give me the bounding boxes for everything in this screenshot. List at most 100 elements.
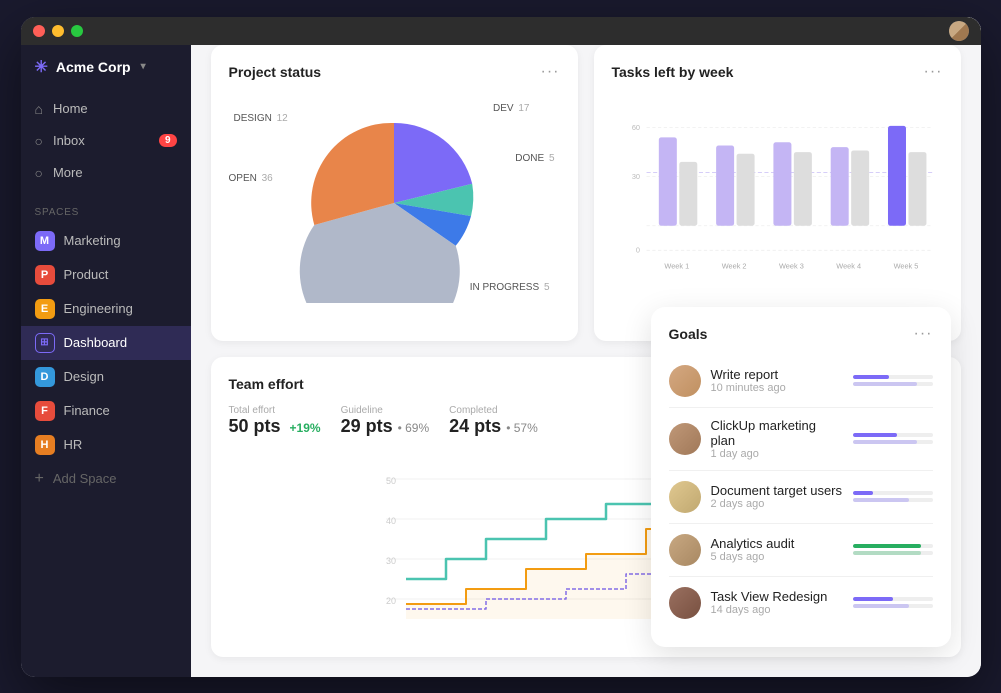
progress-fill-1a [853,375,889,379]
home-icon: ⌂ [35,101,43,117]
space-label-hr: HR [64,437,83,452]
effort-label-completed: Completed [449,405,538,416]
tasks-menu[interactable]: ··· [924,63,943,81]
space-label-design: Design [64,369,104,384]
nav-more-label: More [53,165,83,180]
goal-item-2[interactable]: ClickUp marketing plan 1 day ago [669,408,933,471]
more-icon: ○ [35,165,43,181]
inbox-icon: ○ [35,133,43,149]
goal-item-4[interactable]: Analytics audit 5 days ago [669,524,933,577]
goal-item-5[interactable]: Task View Redesign 14 days ago [669,577,933,629]
bar-w3-gray [793,152,811,226]
goal-avatar-1 [669,365,701,397]
maximize-button[interactable] [71,25,83,37]
add-space-button[interactable]: + Add Space [21,462,191,496]
space-engineering[interactable]: E Engineering [21,292,191,326]
space-icon-dashboard: ⊞ [35,333,55,353]
progress-fill-5a [853,597,893,601]
tasks-header: Tasks left by week ··· [612,63,943,81]
inbox-badge: 9 [159,134,177,147]
progress-track-4a [853,544,933,548]
effort-label-total: Total effort [229,405,321,416]
goal-progress-1 [853,375,933,386]
bar-w1-gray [679,161,697,225]
space-icon-marketing: M [35,231,55,251]
sidebar: ✳ Acme Corp ▾ ⌂ Home ○ Inbox 9 ○ More Sp… [21,17,191,677]
goal-progress-2 [853,433,933,444]
goal-time-1: 10 minutes ago [711,382,843,394]
goal-item-1[interactable]: Write report 10 minutes ago [669,355,933,408]
goal-item-3[interactable]: Document target users 2 days ago [669,471,933,524]
svg-text:Week 1: Week 1 [664,261,689,270]
goal-time-3: 2 days ago [711,498,843,510]
bar-w2-light [716,145,734,225]
project-status-menu[interactable]: ··· [541,63,560,81]
goal-time-4: 5 days ago [711,551,843,563]
nav-home[interactable]: ⌂ Home [21,93,191,125]
progress-track-2b [853,440,933,444]
bar-w4-gray [851,150,869,225]
goal-info-1: Write report 10 minutes ago [711,367,843,394]
bar-w1-light [658,137,676,225]
effort-pct-completed: • 57% [506,421,538,435]
space-hr[interactable]: H HR [21,428,191,462]
effort-positive: +19% [290,421,321,435]
space-finance[interactable]: F Finance [21,394,191,428]
goal-name-4: Analytics audit [711,536,843,551]
spaces-label: Spaces [21,193,191,224]
goal-info-5: Task View Redesign 14 days ago [711,589,843,616]
space-dashboard[interactable]: ⊞ Dashboard [21,326,191,360]
progress-track-3b [853,498,933,502]
svg-text:20: 20 [386,596,396,606]
space-design[interactable]: D Design [21,360,191,394]
space-label-engineering: Engineering [64,301,133,316]
progress-track-5b [853,604,933,608]
space-marketing[interactable]: M Marketing [21,224,191,258]
space-icon-hr: H [35,435,55,455]
progress-track-1b [853,382,933,386]
minimize-button[interactable] [52,25,64,37]
effort-stat-completed: Completed 24 pts • 57% [449,405,538,437]
space-label-product: Product [64,267,109,282]
brand-caret: ▾ [141,61,146,72]
space-icon-design: D [35,367,55,387]
effort-label-guideline: Guideline [341,405,430,416]
team-effort-title: Team effort [229,376,304,392]
goals-header: Goals ··· [669,325,933,343]
goal-avatar-2 [669,423,701,455]
nav-inbox[interactable]: ○ Inbox 9 [21,125,191,157]
progress-fill-4b [853,551,921,555]
space-product[interactable]: P Product [21,258,191,292]
svg-text:Week 4: Week 4 [836,261,861,270]
bar-w5-gray [908,152,926,226]
progress-fill-2b [853,440,917,444]
space-label-finance: Finance [64,403,110,418]
app-window: ✳ Acme Corp ▾ ⌂ Home ○ Inbox 9 ○ More Sp… [21,17,981,677]
progress-fill-3b [853,498,909,502]
user-avatar[interactable] [949,21,969,41]
goal-progress-5 [853,597,933,608]
pie-label-design: DESIGN 12 [234,113,288,124]
brand-button[interactable]: ✳ Acme Corp ▾ [21,45,191,89]
goal-progress-3 [853,491,933,502]
svg-text:30: 30 [631,172,639,181]
plus-icon: + [35,470,44,488]
pie-label-open: OPEN 36 [229,173,273,184]
progress-fill-1b [853,382,917,386]
nav-home-label: Home [53,101,88,116]
svg-text:30: 30 [386,556,396,566]
progress-track-2a [853,433,933,437]
bar-w2-gray [736,153,754,225]
goals-menu[interactable]: ··· [914,325,933,343]
goal-name-2: ClickUp marketing plan [711,418,843,448]
close-button[interactable] [33,25,45,37]
brand-name: Acme Corp [56,59,131,75]
progress-track-1a [853,375,933,379]
goal-info-4: Analytics audit 5 days ago [711,536,843,563]
nav-more[interactable]: ○ More [21,157,191,189]
effort-pct-guideline: • 69% [398,421,430,435]
svg-text:50: 50 [386,476,396,486]
project-status-title: Project status [229,64,322,80]
goal-name-1: Write report [711,367,843,382]
tasks-card: Tasks left by week ··· 60 30 0 [594,45,961,341]
